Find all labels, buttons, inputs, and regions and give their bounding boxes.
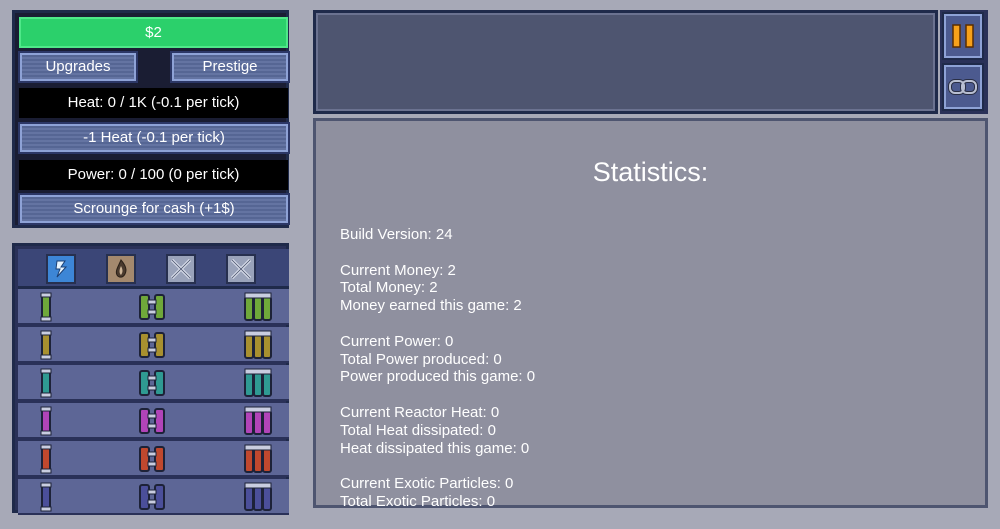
parts-row: [18, 365, 289, 401]
stats-line: Total Heat dissipated: 0: [340, 421, 496, 439]
locked-tab-2[interactable]: [226, 254, 256, 284]
locked-tab-1[interactable]: [166, 254, 196, 284]
link-icon: [948, 79, 978, 95]
status-panel: $2 Upgrades Prestige Heat: 0 / 1K (-0.1 …: [12, 10, 290, 228]
power-status: Power: 0 / 100 (0 per tick): [19, 160, 288, 190]
stats-line: Power produced this game: 0: [340, 368, 536, 386]
reactor-overview-area: [316, 13, 935, 111]
stats-line: Heat dissipated this game: 0: [340, 439, 530, 457]
pause-button[interactable]: [942, 12, 984, 60]
double-cell-icon[interactable]: [136, 443, 168, 475]
parts-tab-strip: [18, 249, 289, 289]
parts-row: [18, 441, 289, 477]
statistics-title: Statistics:: [592, 157, 709, 187]
double-cell-icon[interactable]: [136, 367, 168, 399]
power-tab[interactable]: [46, 254, 76, 284]
parts-row: [18, 403, 289, 439]
stats-line: Current Exotic Particles: 0: [340, 475, 514, 493]
single-cell-icon[interactable]: [30, 291, 62, 323]
scrounge-cash-button[interactable]: Scrounge for cash (+1$): [18, 193, 290, 225]
heat-tab[interactable]: [106, 254, 136, 284]
locked-tab-icon: [169, 257, 193, 281]
stats-line: Current Reactor Heat: 0: [340, 403, 500, 421]
quad-cell-icon[interactable]: [242, 481, 274, 513]
stats-group: Current Power: 0 Total Power produced: 0P…: [340, 333, 535, 386]
quad-cell-icon[interactable]: [242, 291, 274, 323]
game-controls: [940, 10, 988, 114]
reactor-overview: [313, 10, 938, 114]
locked-tab-icon: [229, 257, 253, 281]
double-cell-icon[interactable]: [136, 291, 168, 323]
single-cell-icon[interactable]: [30, 481, 62, 513]
parts-row: [18, 479, 289, 515]
upgrades-button[interactable]: Upgrades: [18, 51, 138, 83]
stats-group: Current Exotic Particles: 0 Total Exotic …: [340, 475, 535, 511]
statistics-panel: Statistics: Build Version: 24 Current Mon…: [313, 118, 988, 510]
stats-line: Current Money: 2: [340, 261, 456, 279]
stats-line: Build Version: 24: [340, 226, 453, 243]
stats-group: Build Version: 24: [340, 226, 535, 244]
stats-group: Current Reactor Heat: 0 Total Heat dissip…: [340, 404, 535, 457]
quad-cell-icon[interactable]: [242, 443, 274, 475]
stats-line: Total Money: 2: [340, 279, 438, 297]
prestige-button[interactable]: Prestige: [170, 51, 290, 83]
quad-cell-icon[interactable]: [242, 405, 274, 437]
quad-cell-icon[interactable]: [242, 367, 274, 399]
stats-group: Current Money: 2 Total Money: 2 Money earn…: [340, 262, 535, 315]
heat-tab-icon: [109, 257, 133, 281]
stats-line: Money earned this game: 2: [340, 297, 522, 315]
quad-cell-icon[interactable]: [242, 329, 274, 361]
single-cell-icon[interactable]: [30, 405, 62, 437]
heat-status: Heat: 0 / 1K (-0.1 per tick): [19, 88, 288, 118]
parts-row: [18, 327, 289, 363]
vent-heat-button[interactable]: -1 Heat (-0.1 per tick): [18, 122, 290, 154]
stats-line: Total Exotic Particles: 0: [340, 492, 496, 510]
single-cell-icon[interactable]: [30, 329, 62, 361]
pause-icon: [952, 24, 974, 48]
statistics-list: Build Version: 24 Current Money: 2 Total M…: [340, 226, 535, 529]
parts-panel: [12, 243, 289, 515]
parts-row: [18, 289, 289, 325]
stats-line: Total Power produced: 0: [340, 350, 502, 368]
single-cell-icon[interactable]: [30, 367, 62, 399]
double-cell-icon[interactable]: [136, 405, 168, 437]
money-display: $2: [19, 17, 288, 48]
double-cell-icon[interactable]: [136, 329, 168, 361]
single-cell-icon[interactable]: [30, 443, 62, 475]
link-button[interactable]: [942, 63, 984, 111]
power-tab-icon: [49, 257, 73, 281]
double-cell-icon[interactable]: [136, 481, 168, 513]
stats-line: Current Power: 0: [340, 332, 454, 350]
